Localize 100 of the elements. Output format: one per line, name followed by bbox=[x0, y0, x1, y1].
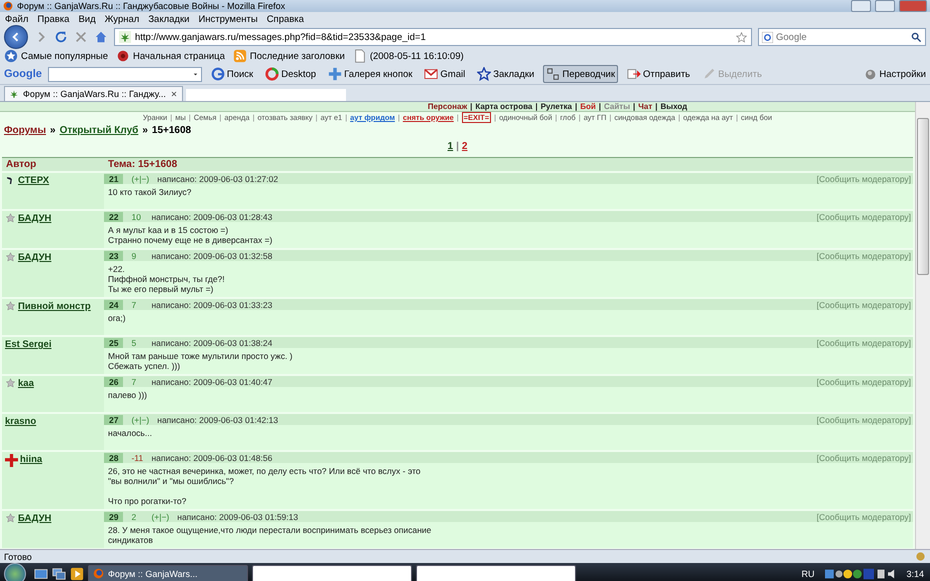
toolbar-button[interactable]: Переводчик bbox=[543, 65, 618, 83]
toolbar-button[interactable]: Поиск bbox=[208, 65, 256, 83]
rank-badge-icon bbox=[5, 213, 16, 224]
desktop-icon bbox=[34, 566, 48, 580]
toolbar-button[interactable]: Gmail bbox=[421, 65, 468, 83]
post-date: написано: 2009-06-03 01:48:56 bbox=[151, 452, 272, 462]
toolbar-button[interactable]: Закладки bbox=[474, 65, 538, 83]
separator: | bbox=[655, 102, 658, 111]
separator: | bbox=[574, 102, 578, 111]
search-input[interactable]: Google bbox=[776, 32, 908, 42]
google-logo: Google bbox=[4, 68, 42, 80]
post-number: 22 bbox=[104, 212, 124, 222]
stop-icon bbox=[74, 30, 88, 44]
rank-badge-icon bbox=[5, 252, 16, 263]
post-rating: 7 bbox=[131, 300, 138, 310]
post-date: написано: 2009-06-03 01:32:58 bbox=[151, 250, 272, 260]
menu-item[interactable]: Журнал bbox=[104, 14, 140, 24]
menu-item[interactable]: Вид bbox=[78, 14, 96, 24]
toolbar-button[interactable]: Desktop bbox=[262, 65, 320, 83]
taskbar-button[interactable] bbox=[416, 564, 576, 581]
author-link[interactable]: БАДУН bbox=[18, 213, 52, 224]
toolbar-button[interactable]: Галерея кнопок bbox=[325, 65, 416, 83]
site-nav-link[interactable]: Карта острова bbox=[475, 102, 532, 111]
reload-icon bbox=[54, 30, 68, 44]
leaf-icon bbox=[9, 89, 19, 99]
author-link[interactable]: krasno bbox=[5, 416, 36, 427]
post-rating: 5 bbox=[131, 338, 138, 348]
scrollbar[interactable] bbox=[915, 102, 930, 549]
post-number: 23 bbox=[104, 250, 124, 260]
author-link[interactable]: Est Sergei bbox=[5, 339, 52, 350]
menu-item[interactable]: Файл bbox=[5, 14, 28, 24]
close-icon bbox=[170, 90, 178, 98]
post-text: Мной там раньше тоже мультили просто ужс. ) Сбежать успел. ))) bbox=[108, 351, 294, 371]
column-header: Тема: 15+1608 bbox=[108, 159, 178, 170]
leaf-icon bbox=[119, 31, 131, 43]
color-ring-icon bbox=[265, 67, 280, 81]
separator: | bbox=[535, 102, 538, 111]
addon-icon bbox=[915, 551, 926, 562]
address-bar[interactable]: http://www.ganjawars.ru/messages.php?fid=8&tid=23533&page_id=1 bbox=[114, 28, 752, 46]
bookmark-link[interactable]: (2008-05-11 16:10:09) bbox=[352, 49, 464, 63]
site-nav-link[interactable]: Бой bbox=[580, 102, 596, 111]
marker-icon bbox=[702, 67, 716, 81]
cross-icon bbox=[5, 454, 18, 467]
taskbar-button[interactable]: Форум :: GanjaWars... bbox=[88, 564, 248, 581]
page-link[interactable]: 2 bbox=[462, 141, 468, 152]
close-button[interactable] bbox=[899, 0, 927, 12]
post-text: 28. У меня такое ощущение,что люди перестали воспринимать всерьез описание синдикатов bbox=[108, 525, 432, 545]
window-title: Форум :: GanjaWars.Ru :: Ганджубасовые Войны - Mozilla Firefox bbox=[17, 1, 286, 11]
bookmark-link[interactable]: Самые популярные bbox=[4, 49, 108, 63]
search-box[interactable]: Google bbox=[758, 28, 926, 46]
author-link[interactable]: kaa bbox=[18, 378, 34, 389]
page-link[interactable]: 1 bbox=[448, 141, 454, 152]
address-input[interactable]: http://www.ganjawars.ru/messages.php?fid=8&tid=23533&page_id=1 bbox=[135, 32, 732, 42]
media-player-icon bbox=[70, 566, 84, 580]
bookmark-link[interactable]: Последние заголовки bbox=[232, 49, 345, 63]
search-icon bbox=[911, 32, 922, 42]
rank-badge-icon bbox=[5, 301, 16, 312]
firefox-icon bbox=[3, 1, 13, 11]
site-nav-link[interactable]: Чат bbox=[638, 102, 652, 111]
site-nav-link[interactable]: Выход bbox=[660, 102, 688, 111]
author-link[interactable]: БАДУН bbox=[18, 513, 52, 524]
post-text: ога;) bbox=[108, 313, 127, 323]
breadcrumb-link[interactable]: Форумы bbox=[4, 125, 46, 136]
post-text: 26, это не частная вечеринка, может, по делу есть что? Или всё что вслух - это "вы волнили" и "мы ошиблись"? bbox=[108, 466, 422, 486]
separator: | bbox=[470, 102, 472, 111]
menu-item[interactable]: Закладки bbox=[148, 14, 190, 24]
menu-item[interactable]: Инструменты bbox=[198, 14, 258, 24]
browser-tab[interactable]: Форум :: GanjaWars.Ru :: Ганджу... bbox=[4, 86, 183, 101]
breadcrumb-link[interactable]: Открытый Клуб bbox=[60, 125, 138, 136]
author-link[interactable]: СТЕРХ bbox=[18, 175, 50, 186]
menu-item[interactable]: Правка bbox=[37, 14, 70, 24]
back-button[interactable] bbox=[4, 25, 28, 49]
post-rating: 7 bbox=[131, 376, 138, 386]
minimize-button[interactable] bbox=[851, 0, 871, 12]
start-button[interactable] bbox=[4, 562, 26, 581]
post-date: написано: 2009-06-03 01:42:13 bbox=[157, 414, 278, 424]
send-icon bbox=[627, 67, 642, 81]
site-nav-link[interactable]: Рулетка bbox=[540, 102, 572, 111]
breadcrumb-separator: » bbox=[142, 125, 148, 136]
feed-icon bbox=[232, 49, 247, 63]
toolbar-button[interactable]: Отправить bbox=[624, 65, 694, 83]
separator: | bbox=[598, 102, 602, 111]
maximize-button[interactable] bbox=[875, 0, 895, 12]
settings-button[interactable]: Настройки bbox=[865, 68, 926, 80]
menu-item[interactable]: Справка bbox=[266, 14, 304, 24]
post-text: палево ))) bbox=[108, 390, 148, 400]
author-link[interactable]: hiina bbox=[20, 454, 42, 465]
star-icon bbox=[477, 67, 492, 81]
dropdown-arrow-icon bbox=[192, 70, 199, 78]
site-nav-link[interactable]: Персонаж bbox=[428, 102, 468, 111]
post-number: 25 bbox=[104, 338, 124, 348]
taskbar-button[interactable] bbox=[252, 564, 412, 581]
author-link[interactable]: БАДУН bbox=[18, 252, 52, 263]
toolbar-search-field[interactable] bbox=[48, 66, 202, 82]
post-number: 26 bbox=[104, 376, 124, 386]
language-indicator[interactable]: RU bbox=[801, 568, 814, 578]
breadcrumb-separator: » bbox=[50, 125, 56, 136]
plus-icon bbox=[328, 67, 342, 81]
home-icon bbox=[94, 30, 108, 44]
bookmark-link[interactable]: Начальная страница bbox=[116, 49, 225, 63]
